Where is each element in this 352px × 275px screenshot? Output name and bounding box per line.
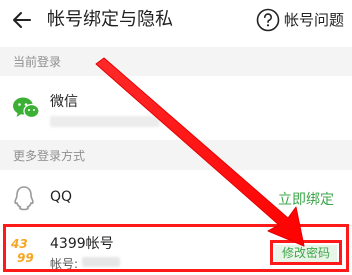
- back-arrow-icon: [13, 12, 31, 28]
- header-bar: 帐号绑定与隐私 帐号问题: [0, 0, 352, 42]
- back-button[interactable]: [8, 6, 36, 34]
- help-label: 帐号问题: [283, 11, 344, 29]
- qq-icon: [14, 186, 34, 211]
- bind-now-link[interactable]: 立即绑定: [278, 189, 334, 209]
- section-more-login: 更多登录方式: [0, 140, 352, 170]
- login-row-qq: QQ 立即绑定: [0, 170, 352, 226]
- highlight-frame-change-password: [270, 240, 342, 265]
- wechat-icon: [13, 97, 40, 119]
- page-title: 帐号绑定与隐私: [47, 9, 173, 30]
- question-icon: [256, 8, 280, 32]
- section-current-login-label: 当前登录: [13, 55, 62, 69]
- account-help-button[interactable]: 帐号问题: [256, 7, 344, 33]
- wechat-label: 微信: [50, 94, 78, 110]
- section-more-login-label: 更多登录方式: [13, 148, 86, 163]
- qq-label: QQ: [50, 189, 73, 205]
- section-current-login: 当前登录: [0, 47, 352, 76]
- login-row-wechat: 微信: [0, 76, 352, 140]
- account-binding-page: 帐号绑定与隐私 帐号问题 当前登录 微信 更多登录方式 QQ 立即绑定 43 9…: [0, 0, 352, 275]
- wechat-account-redacted: [50, 116, 160, 127]
